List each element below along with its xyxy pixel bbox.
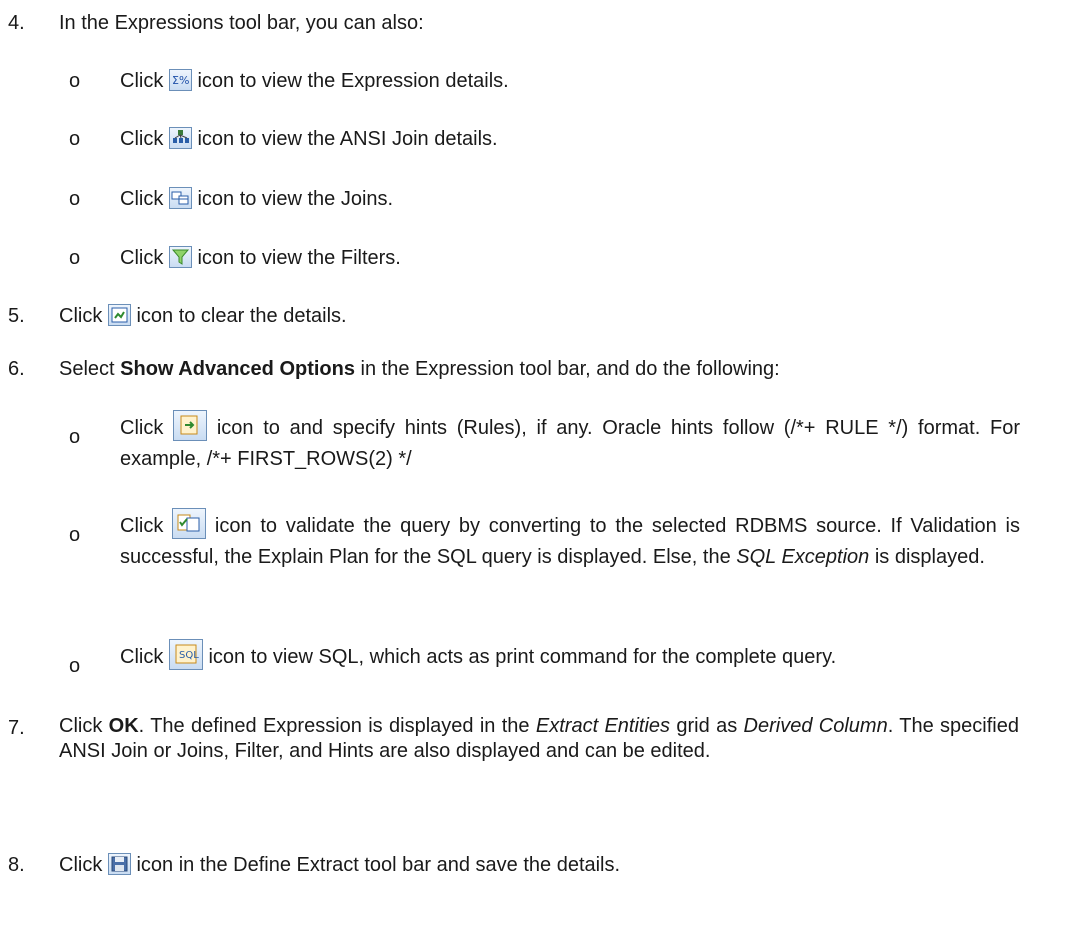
ok-label: OK xyxy=(108,715,139,737)
step-text: . The defined Expression is displayed in… xyxy=(138,715,536,737)
bullet: o xyxy=(69,247,81,269)
step-text: Click xyxy=(59,854,108,876)
bullet: o xyxy=(69,188,81,210)
step-number: 7. xyxy=(8,717,25,739)
bullet: o xyxy=(69,128,81,150)
item-text: Click xyxy=(120,247,169,269)
item-text: Click xyxy=(120,188,169,210)
item-text: icon to view the Joins. xyxy=(191,188,394,210)
ansi-join-icon xyxy=(168,127,192,149)
step-text: grid as xyxy=(670,715,744,737)
view-sql-icon: SQL xyxy=(168,639,203,670)
joins-icon xyxy=(168,187,192,209)
bullet: o xyxy=(69,70,81,92)
hints-icon xyxy=(173,410,208,441)
item-text: icon to view the Filters. xyxy=(191,247,401,269)
bullet: o xyxy=(69,426,81,448)
item-paragraph: Click icon to validate the query by conv… xyxy=(120,508,1020,573)
step-number: 4. xyxy=(8,12,25,34)
bullet: o xyxy=(69,524,81,546)
item-text: icon to view the ANSI Join details. xyxy=(191,128,498,150)
step-text: icon to clear the details. xyxy=(130,305,347,327)
item-paragraph: Click icon to and specify hints (Rules),… xyxy=(120,410,1020,475)
clear-icon xyxy=(107,304,131,326)
step-text: icon in the Define Extract tool bar and … xyxy=(130,854,621,876)
validate-icon xyxy=(172,508,207,539)
item-text: icon to and specify hints (Rules), if an… xyxy=(120,417,1021,470)
step-text: in the Expression tool bar, and do the f… xyxy=(355,358,780,380)
item-text: Click xyxy=(120,417,174,439)
bullet: o xyxy=(69,655,81,677)
step-text: Select xyxy=(59,358,121,380)
item-text: is displayed. xyxy=(869,546,985,568)
item-text: icon to view the Expression details. xyxy=(191,70,509,92)
item-text: icon to view SQL, which acts as print co… xyxy=(208,646,837,668)
item-text: Click xyxy=(120,70,169,92)
extract-entities-term: Extract Entities xyxy=(535,715,671,737)
sql-exception-term: SQL Exception xyxy=(736,546,870,568)
svg-text:Σ%: Σ% xyxy=(172,74,189,87)
expression-sigma-icon: Σ% xyxy=(168,69,192,91)
step-text: Click xyxy=(59,715,109,737)
item-text: Click xyxy=(120,128,169,150)
item-text: Click xyxy=(120,646,169,668)
derived-column-term: Derived Column xyxy=(743,715,888,737)
step-number: 6. xyxy=(8,358,25,380)
step-number: 8. xyxy=(8,854,25,876)
step-text: Click xyxy=(59,305,108,327)
item-text: Click xyxy=(120,515,173,537)
filter-funnel-icon xyxy=(168,246,192,268)
item-paragraph: Click SQL icon to view SQL, which acts a… xyxy=(120,639,1020,673)
option-label: Show Advanced Options xyxy=(120,358,355,380)
step-paragraph: Click OK. The defined Expression is disp… xyxy=(59,714,1019,764)
step-text: In the Expressions tool bar, you can als… xyxy=(59,12,424,34)
save-icon xyxy=(107,853,131,875)
step-number: 5. xyxy=(8,305,25,327)
svg-text:SQL: SQL xyxy=(179,650,199,661)
